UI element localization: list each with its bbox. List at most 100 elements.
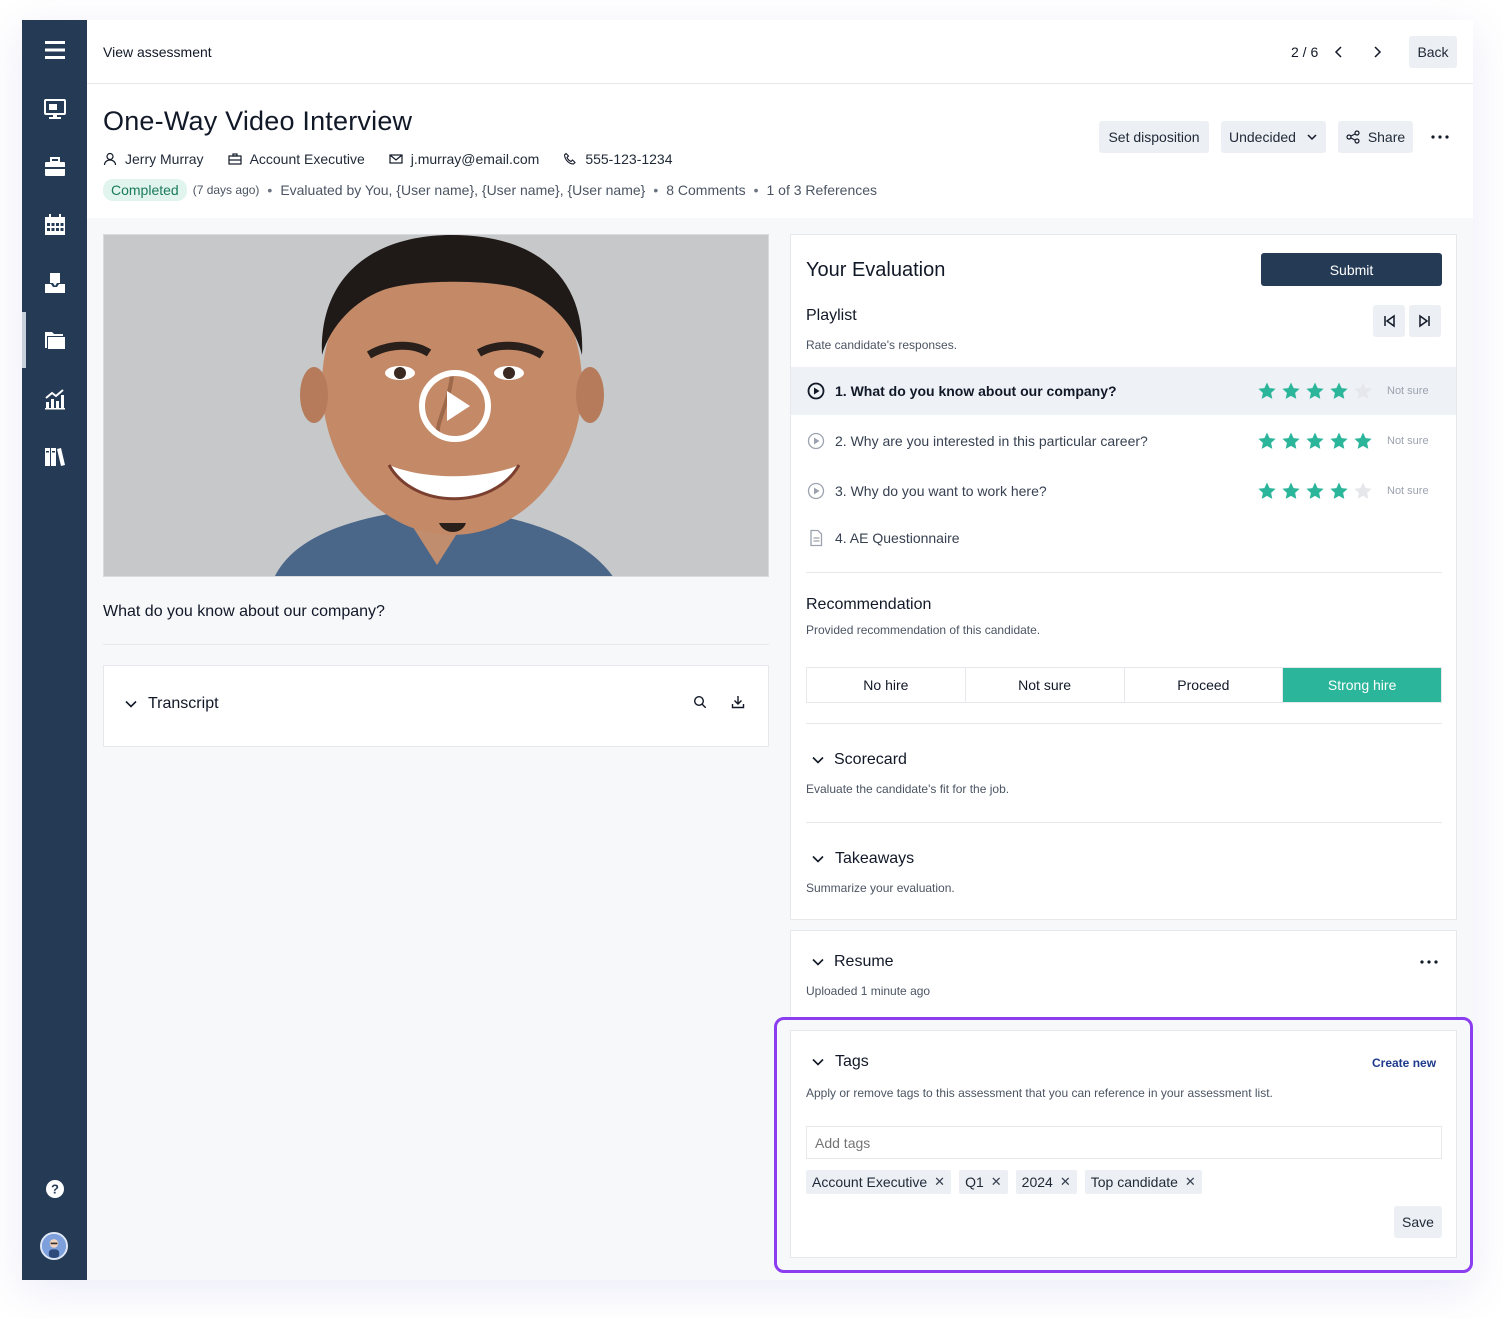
- chevron-down-icon: [125, 700, 137, 708]
- resume-subtitle: Uploaded 1 minute ago: [806, 984, 931, 998]
- playlist-item[interactable]: 2. Why are you interested in this partic…: [791, 417, 1456, 465]
- star-icon[interactable]: [1353, 381, 1373, 401]
- not-sure-option[interactable]: Not sure: [1387, 435, 1429, 447]
- playlist-previous-button[interactable]: [1373, 305, 1405, 337]
- star-rating[interactable]: [1257, 431, 1377, 451]
- share-icon: [1346, 130, 1360, 144]
- chevron-right-icon: [1374, 46, 1382, 58]
- person-icon: [103, 152, 117, 166]
- star-icon[interactable]: [1281, 381, 1301, 401]
- transcript-panel: Transcript: [103, 665, 769, 747]
- next-button[interactable]: [1365, 40, 1389, 64]
- divider: [103, 644, 769, 645]
- recommendation-option[interactable]: Strong hire: [1283, 668, 1441, 702]
- not-sure-option[interactable]: Not sure: [1387, 385, 1429, 397]
- star-icon[interactable]: [1353, 431, 1373, 451]
- star-icon[interactable]: [1305, 381, 1325, 401]
- separator-dot: •: [267, 182, 273, 198]
- playlist-item-label: 3. Why do you want to work here?: [835, 483, 1047, 499]
- folders-icon[interactable]: [22, 320, 87, 360]
- back-button[interactable]: Back: [1409, 36, 1457, 68]
- calendar-icon[interactable]: [22, 205, 87, 245]
- resume-more-button[interactable]: [1416, 953, 1442, 971]
- star-icon[interactable]: [1329, 381, 1349, 401]
- chevron-down-icon: [812, 756, 824, 764]
- sidebar: ?: [22, 20, 87, 1280]
- download-transcript-button[interactable]: [728, 692, 748, 712]
- comments-link[interactable]: 8 Comments: [666, 182, 745, 198]
- analytics-icon[interactable]: [22, 379, 87, 419]
- recommendation-option[interactable]: Not sure: [966, 668, 1125, 702]
- candidate-phone[interactable]: 555-123-1234: [585, 151, 672, 167]
- email-item[interactable]: j.murray@email.com: [389, 151, 540, 167]
- chevron-down-icon: [1307, 134, 1317, 141]
- not-sure-option[interactable]: Not sure: [1387, 485, 1429, 497]
- skip-back-icon: [1384, 314, 1395, 328]
- recommendation-option[interactable]: No hire: [807, 668, 966, 702]
- recommendation-option[interactable]: Proceed: [1125, 668, 1284, 702]
- submit-button[interactable]: Submit: [1261, 253, 1442, 286]
- star-icon[interactable]: [1305, 481, 1325, 501]
- playlist-item[interactable]: 1. What do you know about our company? No…: [791, 367, 1456, 415]
- playlist-next-button[interactable]: [1409, 305, 1441, 337]
- download-icon: [731, 696, 745, 709]
- status-badge: Completed: [103, 179, 187, 201]
- star-icon[interactable]: [1257, 431, 1277, 451]
- play-circle-icon: [807, 482, 825, 500]
- star-icon[interactable]: [1329, 431, 1349, 451]
- page-title: One-Way Video Interview: [103, 106, 413, 136]
- takeaways-toggle[interactable]: Takeaways: [811, 850, 914, 868]
- resume-toggle[interactable]: Resume: [811, 953, 894, 971]
- share-button[interactable]: Share: [1338, 121, 1413, 153]
- previous-button[interactable]: [1327, 40, 1351, 64]
- disposition-dropdown[interactable]: Undecided: [1221, 121, 1326, 153]
- monitor-icon[interactable]: [22, 89, 87, 129]
- briefcase-icon[interactable]: [22, 147, 87, 187]
- transcript-toggle[interactable]: Transcript: [124, 695, 219, 713]
- user-avatar[interactable]: [40, 1232, 68, 1260]
- menu-icon[interactable]: [22, 30, 87, 70]
- star-icon[interactable]: [1353, 481, 1373, 501]
- inbox-icon[interactable]: [22, 263, 87, 303]
- assessment-header: One-Way Video Interview Set disposition …: [87, 84, 1473, 218]
- divider: [806, 822, 1442, 823]
- pager-indicator: 2 / 6: [1291, 44, 1319, 60]
- playlist-title: Playlist: [806, 307, 857, 324]
- job-title: Account Executive: [249, 151, 365, 167]
- phone-item[interactable]: 555-123-1234: [563, 151, 673, 167]
- set-disposition-button[interactable]: Set disposition: [1099, 121, 1209, 153]
- recommendation-title: Recommendation: [806, 596, 932, 613]
- takeaways-title: Takeaways: [835, 850, 915, 867]
- star-rating[interactable]: [1257, 381, 1377, 401]
- star-icon[interactable]: [1281, 481, 1301, 501]
- resume-card: Resume Uploaded 1 minute ago: [790, 930, 1457, 1018]
- chevron-down-icon: [812, 958, 824, 966]
- playlist-item[interactable]: 4. AE Questionnaire: [791, 514, 1456, 562]
- star-icon[interactable]: [1305, 431, 1325, 451]
- star-icon[interactable]: [1281, 431, 1301, 451]
- document-icon: [810, 529, 823, 547]
- help-icon[interactable]: ?: [22, 1169, 87, 1209]
- scorecard-toggle[interactable]: Scorecard: [811, 751, 907, 769]
- references-link[interactable]: 1 of 3 References: [767, 182, 878, 198]
- breadcrumb: View assessment: [103, 44, 212, 60]
- star-icon[interactable]: [1257, 381, 1277, 401]
- star-icon[interactable]: [1257, 481, 1277, 501]
- star-icon[interactable]: [1329, 481, 1349, 501]
- phone-icon: [564, 152, 577, 165]
- playlist-item[interactable]: 3. Why do you want to work here? Not sure: [791, 467, 1456, 515]
- more-options-button[interactable]: [1427, 125, 1453, 149]
- status-row: Completed (7 days ago) • Evaluated by Yo…: [103, 179, 877, 201]
- video-player[interactable]: [103, 234, 769, 577]
- skip-forward-icon: [1419, 314, 1430, 328]
- star-rating[interactable]: [1257, 481, 1377, 501]
- candidate-name: Jerry Murray: [125, 151, 204, 167]
- search-transcript-button[interactable]: [690, 692, 710, 712]
- playlist-item-label: 2. Why are you interested in this partic…: [835, 433, 1148, 449]
- chevron-left-icon: [1334, 46, 1342, 58]
- candidate-email[interactable]: j.murray@email.com: [411, 151, 540, 167]
- playlist-item-label: 4. AE Questionnaire: [835, 530, 960, 546]
- library-icon[interactable]: [22, 437, 87, 477]
- share-label: Share: [1367, 129, 1406, 145]
- disposition-value: Undecided: [1229, 129, 1296, 145]
